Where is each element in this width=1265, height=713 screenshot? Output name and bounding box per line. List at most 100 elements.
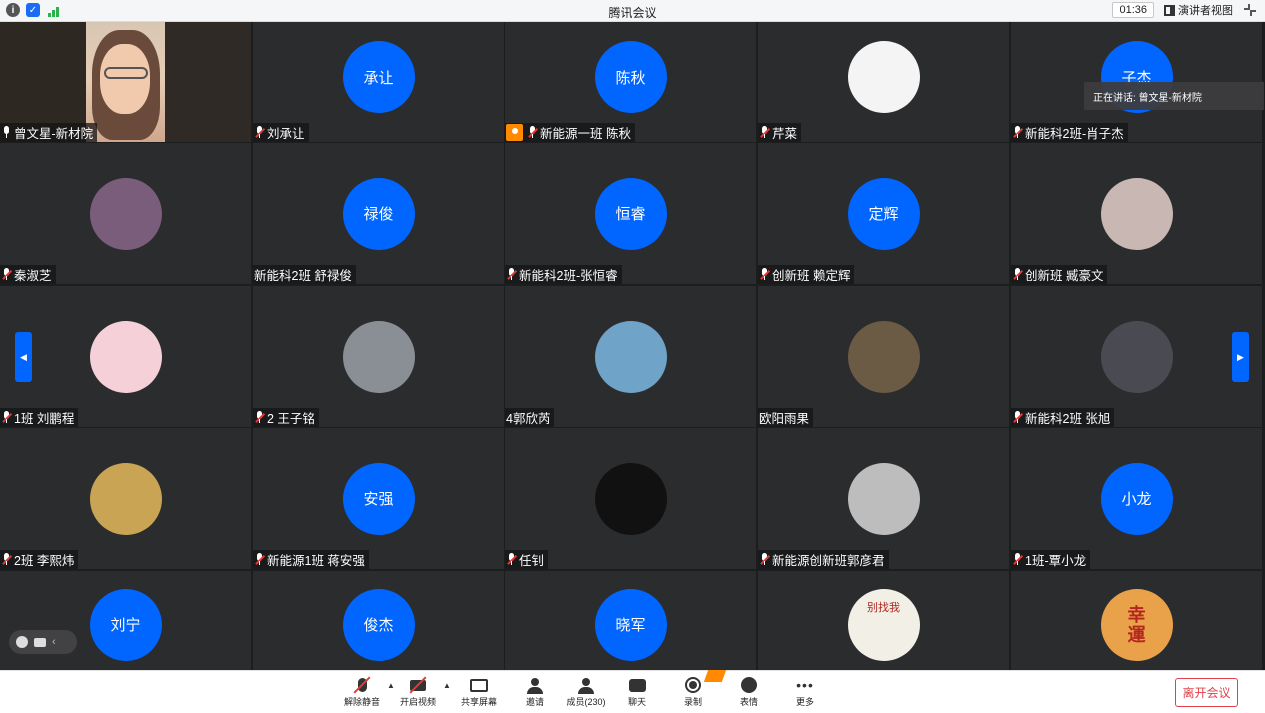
invite-icon xyxy=(527,678,543,694)
reaction-button[interactable]: 表情 xyxy=(724,675,774,711)
video-options-caret-icon[interactable]: ▲ xyxy=(443,681,451,690)
participant-avatar: 刘宁 xyxy=(89,588,162,661)
participant-name: 创新班 赖定辉 xyxy=(772,269,851,283)
participant-tile[interactable]: 陈秋 新能源一班 陈秋 xyxy=(505,22,756,142)
participant-name: 新能源1班 蒋安强 xyxy=(267,554,365,568)
participant-name: 新能科2班 张旭 xyxy=(1025,412,1111,426)
record-label: 录制 xyxy=(683,697,702,707)
mic-muted-icon xyxy=(759,553,770,566)
participant-avatar xyxy=(89,320,162,393)
participant-tile[interactable]: 晓军 xyxy=(505,571,756,670)
chat-button[interactable]: 聊天 xyxy=(612,675,662,711)
participant-tile[interactable]: 任钊 xyxy=(505,428,756,569)
view-mode-button[interactable]: 演讲者视图 xyxy=(1164,2,1233,18)
participant-name: 曾文星-新材院 xyxy=(14,127,94,141)
members-label: 成员(230) xyxy=(566,697,606,707)
participant-nametag: 芹菜 xyxy=(758,123,802,142)
participant-tile[interactable]: 秦淑芝 xyxy=(0,143,251,284)
participant-avatar xyxy=(594,320,667,393)
participant-tile[interactable]: 安强 新能源1班 蒋安强 xyxy=(253,428,504,569)
share-screen-button[interactable]: 共享屏幕 xyxy=(454,675,504,711)
participant-tile[interactable]: 创新班 臧豪文 xyxy=(1011,143,1262,284)
participant-avatar xyxy=(847,41,920,113)
participant-tile[interactable]: 别找我 xyxy=(758,571,1009,670)
participant-nametag: 创新班 臧豪文 xyxy=(1011,265,1108,284)
participant-tile[interactable]: 俊杰 xyxy=(253,571,504,670)
participant-nametag: 2班 李熙炜 xyxy=(0,550,79,569)
participant-tile[interactable]: 欧阳雨果 xyxy=(758,286,1009,427)
participant-avatar xyxy=(847,462,920,535)
participant-tile[interactable]: 4郭欣芮 xyxy=(505,286,756,427)
participant-name: 新能科2班 舒禄俊 xyxy=(254,269,352,283)
unmute-button[interactable]: 解除静音 xyxy=(337,675,387,711)
participant-nametag: 4郭欣芮 xyxy=(505,408,555,427)
participant-name: 欧阳雨果 xyxy=(759,412,810,426)
participant-avatar: 小龙 xyxy=(1100,462,1173,535)
participant-tile[interactable]: 恒睿 新能科2班-张恒睿 xyxy=(505,143,756,284)
participant-tile[interactable]: 新能科2班 张旭 xyxy=(1011,286,1262,427)
participant-tile[interactable]: 定辉创新班 赖定辉 xyxy=(758,143,1009,284)
emoji-icon[interactable] xyxy=(16,636,28,648)
invite-label: 邀请 xyxy=(525,697,544,707)
start-video-button[interactable]: 开启视频 xyxy=(393,675,443,711)
participant-nametag: 1班-覃小龙 xyxy=(1011,550,1091,569)
more-label: 更多 xyxy=(795,697,814,707)
share-label: 共享屏幕 xyxy=(460,697,497,707)
mic-muted-icon xyxy=(254,411,265,424)
participant-avatar: 恒睿 xyxy=(594,177,667,250)
mic-muted-icon xyxy=(1012,126,1023,139)
participant-nametag: 1班 刘鹏程 xyxy=(0,408,79,427)
emoji-icon xyxy=(741,677,757,693)
leave-meeting-button[interactable]: 离开会议 xyxy=(1175,678,1238,707)
participant-nametag: 新能科2班-肖子杰 xyxy=(1011,123,1128,142)
participant-avatar xyxy=(1100,320,1173,393)
participant-tile[interactable]: 1班 刘鹏程 xyxy=(0,286,251,427)
floating-toolbar: ‹ xyxy=(9,630,77,654)
mic-muted-icon xyxy=(1012,553,1023,566)
members-button[interactable]: 成员(230) xyxy=(561,675,611,711)
participant-avatar: 禄俊 xyxy=(342,177,415,250)
chat-bubble-icon[interactable] xyxy=(34,637,46,647)
participant-nametag: 创新班 赖定辉 xyxy=(758,265,855,284)
reaction-label: 表情 xyxy=(739,697,758,707)
more-icon: ••• xyxy=(796,677,814,693)
participant-tile[interactable]: 刘宁 xyxy=(0,571,251,670)
video-label: 开启视频 xyxy=(399,697,436,707)
participant-avatar: 定辉 xyxy=(847,177,920,250)
participant-tile[interactable]: 芹菜 xyxy=(758,22,1009,142)
collapse-icon[interactable]: ‹ xyxy=(52,636,56,648)
speaking-indicator: 正在讲话: 曾文星-新材院 xyxy=(1084,82,1264,110)
mic-muted-icon xyxy=(506,268,517,281)
participant-avatar xyxy=(1100,177,1173,250)
participant-tile[interactable]: 承让 刘承让 xyxy=(253,22,504,142)
view-mode-label: 演讲者视图 xyxy=(1178,5,1233,17)
participant-tile[interactable]: 小龙 1班-覃小龙 xyxy=(1011,428,1262,569)
prev-page-button[interactable]: ◀ xyxy=(15,332,32,382)
participant-tile[interactable]: 幸運 xyxy=(1011,571,1262,670)
participant-nametag: 新能科2班 张旭 xyxy=(1011,408,1115,427)
participant-avatar xyxy=(342,320,415,393)
avatar-caption: 别找我 xyxy=(867,601,900,614)
mic-muted-icon xyxy=(1012,268,1023,281)
participant-tile[interactable]: 2 王子铭 xyxy=(253,286,504,427)
chevron-left-icon: ◀ xyxy=(20,351,27,362)
mic-icon xyxy=(1,126,12,139)
title-bar: i ✓ 腾讯会议 01:36 演讲者视图 xyxy=(0,0,1265,22)
invite-button[interactable]: 邀请 xyxy=(510,675,560,711)
participant-tile[interactable]: 2班 李熙炜 xyxy=(0,428,251,569)
next-page-button[interactable]: ▶ xyxy=(1232,332,1249,382)
more-button[interactable]: ••• 更多 xyxy=(780,675,830,711)
fullscreen-icon[interactable] xyxy=(1243,3,1257,17)
participant-name: 2班 李熙炜 xyxy=(14,554,75,568)
participant-avatar: 俊杰 xyxy=(342,588,415,661)
participant-tile[interactable]: 新能源创新班郭彦君 xyxy=(758,428,1009,569)
participant-name: 任钊 xyxy=(519,554,545,568)
participant-name: 新能源创新班郭彦君 xyxy=(772,554,885,568)
participant-avatar: 晓军 xyxy=(594,588,667,661)
participant-tile[interactable]: 禄俊新能科2班 舒禄俊 xyxy=(253,143,504,284)
window-title: 腾讯会议 xyxy=(608,6,657,20)
participant-tile[interactable]: 曾文星-新材院 xyxy=(0,22,251,142)
participant-name: 2 王子铭 xyxy=(267,412,315,426)
participant-name: 芹菜 xyxy=(772,127,798,141)
participant-name: 创新班 臧豪文 xyxy=(1025,269,1104,283)
